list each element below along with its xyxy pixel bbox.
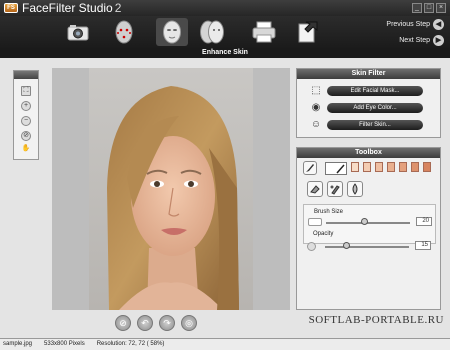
status-dimensions: 533x800 Pixels xyxy=(44,341,85,347)
zoom-in-icon: + xyxy=(23,102,29,109)
skin-filter-panel: Skin Filter ⬚ Edit Facial Mask... ◉ Add … xyxy=(296,68,441,138)
previous-step-button[interactable]: Previous Step ◀ xyxy=(386,19,444,30)
brush-size-label: Brush Size xyxy=(314,209,344,215)
undo-button[interactable]: ↶ xyxy=(137,315,153,331)
app-name: FaceFilter Studio xyxy=(22,1,113,15)
workspace: ⛶ + − ⊘ ✋ ⊘ ↶ ↷ ◎ Skin Filter ⬚ Edit Fac… xyxy=(0,58,450,338)
skin-filter-header: Skin Filter xyxy=(297,69,440,79)
status-resolution: Resolution: 72, 72 ( 58%) xyxy=(96,341,165,347)
color-swatches xyxy=(351,161,439,175)
next-step-label: Next Step xyxy=(399,37,430,44)
face-icon: ☺ xyxy=(310,119,322,130)
zoom-out-button[interactable]: − xyxy=(21,116,31,126)
arrow-right-icon: ▶ xyxy=(433,35,444,46)
zoom-in-button[interactable]: + xyxy=(21,101,31,111)
app-title: FaceFilter Studio 2 xyxy=(22,1,121,15)
face-markers-button[interactable] xyxy=(108,18,140,46)
reset-icon: ⊘ xyxy=(119,318,127,328)
app-version: 2 xyxy=(114,1,122,15)
face-mask-button[interactable] xyxy=(156,18,188,46)
export-icon xyxy=(298,21,318,43)
color-swatch[interactable] xyxy=(375,162,383,172)
edit-facial-mask-button[interactable]: Edit Facial Mask... xyxy=(327,86,423,96)
color-swatch[interactable] xyxy=(387,162,395,172)
camera-button[interactable] xyxy=(62,18,94,46)
dropper-tool-button[interactable] xyxy=(347,181,363,197)
arrow-left-icon: ◀ xyxy=(433,19,444,30)
color-swatch[interactable] xyxy=(351,162,359,172)
faces-compare-icon xyxy=(200,20,224,44)
print-button[interactable] xyxy=(248,18,280,46)
opacity-settings: Opacity 15 xyxy=(303,231,436,261)
target-icon: ◎ xyxy=(185,318,193,328)
eraser-tool-button[interactable] xyxy=(307,181,323,197)
brush-size-slider[interactable] xyxy=(326,222,410,224)
toolbox-panel: Toolbox Brush Size 20 Opacity 15 xyxy=(296,147,441,310)
opacity-knob[interactable] xyxy=(343,242,350,249)
brush-tool-button[interactable] xyxy=(303,161,317,175)
view-tools-panel: ⛶ + − ⊘ ✋ xyxy=(13,70,39,160)
reset-button[interactable]: ⊘ xyxy=(115,315,131,331)
status-file: sample.jpg xyxy=(3,341,33,347)
hand-icon: ✋ xyxy=(21,145,31,152)
maximize-button[interactable]: □ xyxy=(424,3,434,13)
step-toolbar: Previous Step ◀ Next Step ▶ xyxy=(0,16,450,48)
export-button[interactable] xyxy=(292,18,324,46)
view-tools-header xyxy=(14,71,38,79)
opacity-slider[interactable] xyxy=(325,246,409,248)
printer-icon xyxy=(252,21,276,43)
previous-step-label: Previous Step xyxy=(386,21,430,28)
camera-icon xyxy=(67,25,89,41)
target-button[interactable]: ◎ xyxy=(181,315,197,331)
fit-icon: ⛶ xyxy=(23,87,29,94)
brush-size-knob[interactable] xyxy=(360,218,368,225)
hand-tool-button[interactable]: ✋ xyxy=(21,145,31,155)
opacity-value[interactable]: 15 xyxy=(415,241,431,250)
watermark: SOFTLAB-PORTABLE.RU xyxy=(308,314,444,326)
face-mask-icon xyxy=(163,20,181,44)
picker-button[interactable] xyxy=(325,162,347,175)
title-bar: FS FaceFilter Studio 2 _ □ × xyxy=(0,0,450,16)
undo-icon: ↶ xyxy=(141,318,149,328)
next-step-button[interactable]: Next Step ▶ xyxy=(399,35,444,46)
color-row xyxy=(303,161,438,177)
brush-icon xyxy=(306,164,314,172)
filter-skin-button[interactable]: Filter Skin... xyxy=(327,120,423,130)
eraser-icon xyxy=(310,185,320,194)
image-canvas[interactable] xyxy=(52,68,290,310)
minimize-button[interactable]: _ xyxy=(412,3,422,13)
add-eye-color-button[interactable]: Add Eye Color... xyxy=(327,103,423,113)
no-icon: ⊘ xyxy=(23,132,29,139)
zoom-out-icon: − xyxy=(23,117,29,124)
opacity-icon xyxy=(307,242,316,251)
fit-view-button[interactable]: ⛶ xyxy=(21,86,31,96)
color-swatch[interactable] xyxy=(423,162,431,172)
brush-size-icon xyxy=(308,218,322,226)
paint-tool-button[interactable] xyxy=(327,181,343,197)
color-swatch[interactable] xyxy=(363,162,371,172)
color-swatch[interactable] xyxy=(411,162,419,172)
status-bar: sample.jpg 533x800 Pixels Resolution: 72… xyxy=(0,338,450,350)
color-swatch[interactable] xyxy=(399,162,407,172)
eye-icon: ◉ xyxy=(311,102,321,113)
faces-compare-button[interactable] xyxy=(196,18,228,46)
facial-mask-icon: ⬚ xyxy=(311,85,321,96)
close-button[interactable]: × xyxy=(436,3,446,13)
portrait-photo xyxy=(89,68,253,310)
redo-button[interactable]: ↷ xyxy=(159,315,175,331)
face-markers-icon xyxy=(115,20,133,44)
redo-icon: ↷ xyxy=(163,318,171,328)
no-tool-button[interactable]: ⊘ xyxy=(21,131,31,141)
toolbox-header: Toolbox xyxy=(297,148,440,158)
eyedropper-icon xyxy=(326,163,345,174)
brush-size-value[interactable]: 20 xyxy=(416,217,432,226)
paint-icon xyxy=(330,185,340,195)
app-logo: FS xyxy=(4,3,18,13)
dropper-icon xyxy=(352,183,358,195)
step-title: Enhance Skin xyxy=(0,48,450,58)
opacity-label: Opacity xyxy=(313,231,334,237)
